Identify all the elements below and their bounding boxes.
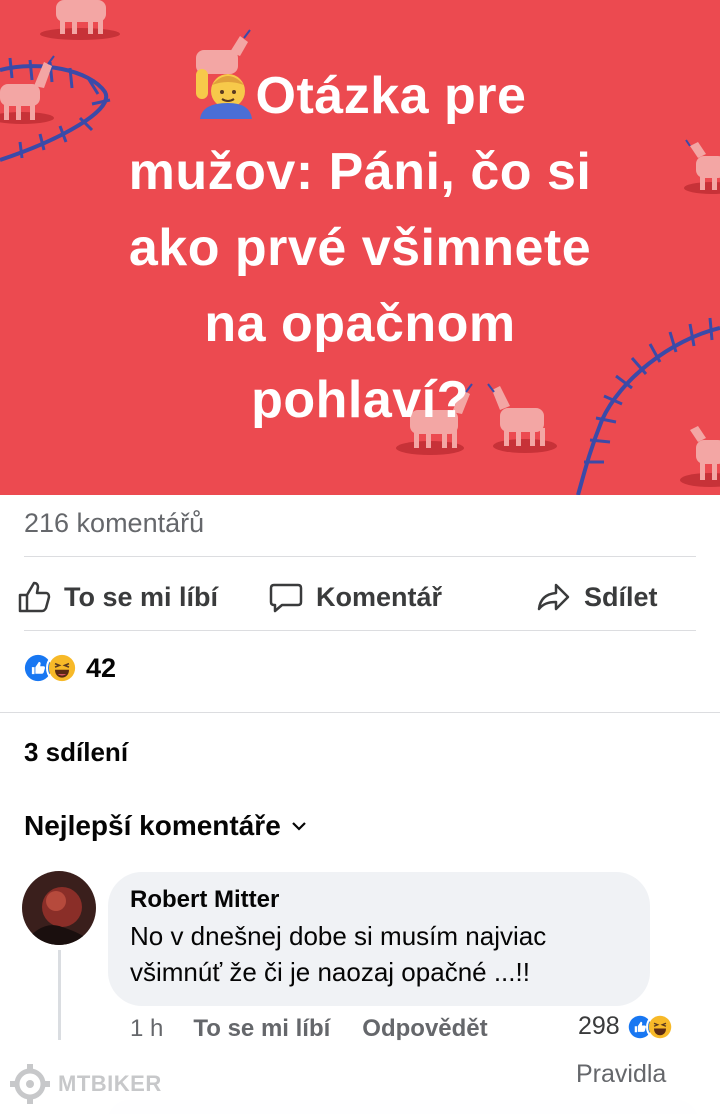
share-button-label: Sdílet <box>584 581 658 612</box>
comment-text: No v dnešnej dobe si musím najviac všimn… <box>130 918 628 990</box>
comment-reaction-count: 298 <box>578 1012 620 1040</box>
watermark-logo: MTBIKER <box>10 1064 162 1104</box>
banner-line-1: Otázka pre <box>40 58 680 134</box>
share-button[interactable]: Sdílet <box>536 567 658 627</box>
watermark-text: MTBIKER <box>58 1071 162 1096</box>
divider <box>0 712 720 713</box>
footer-overlay: MTBIKER Pravidla <box>0 1040 720 1114</box>
post-image-banner[interactable]: Otázka pre mužov: Páni, čo si ako prvé v… <box>0 0 720 495</box>
divider <box>24 630 696 631</box>
thread-line <box>58 950 61 1040</box>
comment-reactions[interactable]: 298 <box>578 1012 674 1041</box>
comment-button[interactable]: Komentář <box>268 567 442 627</box>
share-arrow-icon <box>537 583 570 611</box>
comment-actions: 1 h To se mi líbí Odpovědět <box>130 1015 520 1043</box>
gear-icon <box>10 1064 50 1104</box>
banner-line-5: pohlaví? <box>251 371 469 429</box>
chevron-down-icon <box>292 822 306 831</box>
banner-line-3: ako prvé všimnete <box>128 219 592 277</box>
comment-reply-link[interactable]: Odpovědět <box>362 1015 487 1043</box>
comments-count-link[interactable]: 216 komentářů <box>24 508 204 539</box>
person-raising-hand-icon <box>195 69 252 119</box>
comment-button-label: Komentář <box>316 581 443 612</box>
post-action-bar: To se mi líbí Komentář Sdílet <box>0 567 720 627</box>
like-button[interactable]: To se mi líbí <box>16 567 218 627</box>
divider <box>24 556 696 557</box>
reaction-count: 42 <box>86 652 117 683</box>
banner-line-1-text: Otázka pre <box>255 67 527 125</box>
like-button-label: To se mi líbí <box>64 581 219 612</box>
comment-bubble-icon <box>269 583 303 613</box>
banner-question-text: Otázka pre mužov: Páni, čo si ako prvé v… <box>40 58 680 438</box>
user-photo-icon <box>22 871 96 945</box>
reactions-summary[interactable]: 42 <box>22 652 116 684</box>
banner-line-2: mužov: Páni, čo si <box>128 143 592 201</box>
comment-bubble[interactable]: Robert Mitter No v dnešnej dobe si musím… <box>108 872 650 1006</box>
thumbs-up-icon <box>18 581 51 613</box>
banner-line-4: na opačnom <box>204 295 516 353</box>
comment-text-line-2: všimnúť že či je naozaj opačné ...!! <box>130 957 530 987</box>
avatar[interactable] <box>22 871 96 945</box>
haha-reaction-icon <box>645 1012 674 1041</box>
rules-link[interactable]: Pravidla <box>576 1060 666 1089</box>
comment-sort-label: Nejlepší komentáře <box>24 810 281 841</box>
comment-author[interactable]: Robert Mitter <box>130 886 628 914</box>
comment-timestamp[interactable]: 1 h <box>130 1015 163 1043</box>
shares-count-link[interactable]: 3 sdílení <box>24 737 128 768</box>
comment-like-link[interactable]: To se mi líbí <box>193 1015 330 1043</box>
comment-sort-dropdown[interactable]: Nejlepší komentáře <box>24 810 307 842</box>
comment-text-line-1: No v dnešnej dobe si musím najviac <box>130 921 547 951</box>
haha-reaction-icon <box>46 652 78 684</box>
